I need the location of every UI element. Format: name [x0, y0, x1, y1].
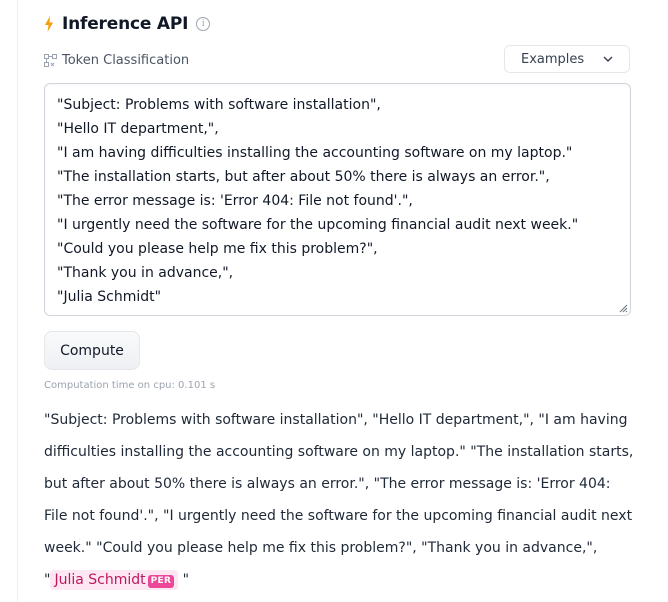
- resize-handle-icon[interactable]: [618, 303, 628, 313]
- computation-time: Computation time on cpu: 0.101 s: [44, 380, 216, 391]
- output-text: "Subject: Problems with software install…: [44, 404, 634, 596]
- input-line: "Subject: Problems with software install…: [57, 97, 381, 113]
- task-type: Token Classification: [44, 50, 189, 70]
- output-plain-text: "Subject: Problems with software install…: [44, 412, 634, 588]
- examples-dropdown[interactable]: Examples: [504, 45, 630, 73]
- input-line: "I urgently need the software for the up…: [57, 217, 579, 233]
- input-line: "Thank you in advance,",: [57, 265, 234, 281]
- input-line: "The installation starts, but after abou…: [57, 169, 550, 185]
- input-textarea[interactable]: "Subject: Problems with software install…: [44, 83, 631, 316]
- input-line: "The error message is: 'Error 404: File …: [57, 193, 413, 209]
- lightning-icon: [45, 16, 53, 32]
- output-plain-text-end: ": [182, 572, 190, 588]
- widget-header: Inference API i: [44, 12, 211, 36]
- entity-tag: PER: [147, 575, 175, 588]
- token-classification-icon: [44, 53, 57, 67]
- task-label: Token Classification: [62, 52, 190, 68]
- examples-label: Examples: [521, 51, 585, 67]
- input-line: "Hello IT department,",: [57, 121, 219, 137]
- widget-title: Inference API: [62, 14, 189, 34]
- entity-text: Julia Schmidt: [54, 572, 146, 588]
- input-line: "Julia Schmidt": [57, 289, 162, 305]
- chevron-down-icon: [603, 56, 613, 62]
- entity-highlight: Julia Schmidt PER: [50, 570, 179, 590]
- compute-button[interactable]: Compute: [44, 331, 140, 370]
- input-line: "I am having difficulties installing the…: [57, 145, 573, 161]
- info-icon[interactable]: i: [196, 17, 211, 31]
- input-line: "Could you please help me fix this probl…: [57, 241, 378, 257]
- panel-border: [17, 0, 18, 602]
